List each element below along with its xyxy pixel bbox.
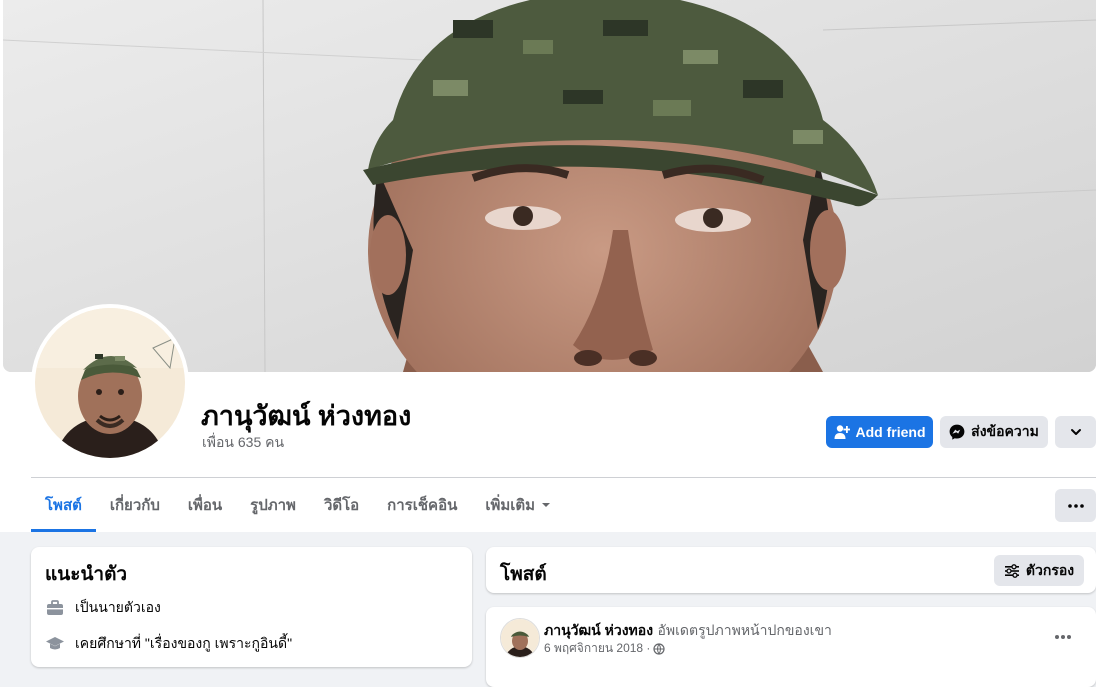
messenger-icon <box>949 424 965 440</box>
tab-photos[interactable]: รูปภาพ <box>236 478 310 532</box>
caret-down-icon <box>542 503 551 507</box>
profile-name: ภานุวัฒน์ ห่วงทอง <box>201 401 412 431</box>
profile-avatar[interactable] <box>31 304 189 462</box>
tab-label: เพิ่มเติม <box>485 497 536 514</box>
posts-header-card: โพสต์ ตัวกรอง <box>486 547 1096 593</box>
tab-label: วิดีโอ <box>323 497 360 514</box>
post-options-button[interactable] <box>1054 627 1072 645</box>
tab-videos[interactable]: วิดีโอ <box>310 478 373 532</box>
filter-label: ตัวกรอง <box>1025 561 1075 578</box>
avatar <box>35 308 185 458</box>
cover-photo-image <box>3 0 1096 372</box>
avatar-image <box>35 308 185 458</box>
tab-more[interactable]: เพิ่มเติม <box>471 478 565 532</box>
post-card: ภานุวัฒน์ ห่วงทอง อัพเดตรูปภาพหน้าปกของเ… <box>486 607 1096 687</box>
filter-button[interactable]: ตัวกรอง <box>994 555 1084 586</box>
profile-header: ภานุวัฒน์ ห่วงทอง เพื่อน 635 คน Add frie… <box>0 0 1096 532</box>
tab-checkins[interactable]: การเช็คอิน <box>373 478 471 532</box>
cover-photo[interactable] <box>3 0 1096 372</box>
more-profile-options-button[interactable] <box>1055 416 1096 448</box>
intro-item-work: เป็นนายตัวเอง <box>45 597 161 619</box>
tabs-more-options-button[interactable] <box>1055 489 1096 522</box>
briefcase-icon <box>47 600 63 615</box>
posts-title: โพสต์ <box>500 564 547 585</box>
intro-item-text: เคยศึกษาที่ "เรื่องของกู เพราะกูอินดี้" <box>75 635 293 651</box>
add-friend-button[interactable]: Add friend <box>826 416 933 448</box>
tab-label: เกี่ยวกับ <box>109 497 160 514</box>
tab-label: โพสต์ <box>45 497 82 514</box>
avatar-image <box>501 619 539 657</box>
post-author-avatar[interactable] <box>500 618 540 658</box>
graduation-cap-icon <box>46 637 64 650</box>
chevron-down-icon <box>1070 429 1081 435</box>
friend-count[interactable]: เพื่อน 635 คน <box>202 432 284 454</box>
tab-label: รูปภาพ <box>250 497 296 514</box>
tab-about[interactable]: เกี่ยวกับ <box>96 478 174 532</box>
profile-tabs: โพสต์ เกี่ยวกับ เพื่อน รูปภาพ วิดีโอ การ… <box>31 478 565 532</box>
add-person-icon <box>834 425 850 439</box>
intro-title: แนะนำตัว <box>45 564 128 585</box>
intro-item-education: เคยศึกษาที่ "เรื่องของกู เพราะกูอินดี้" <box>45 633 292 655</box>
tab-friends[interactable]: เพื่อน <box>174 478 236 532</box>
post-action: อัพเดตรูปภาพหน้าปกของเขา <box>657 622 832 638</box>
tab-posts[interactable]: โพสต์ <box>31 478 96 532</box>
post-author[interactable]: ภานุวัฒน์ ห่วงทอง <box>544 622 653 638</box>
ellipsis-icon <box>1067 503 1084 508</box>
intro-card: แนะนำตัว เป็นนายตัวเอง เคยศึกษาที่ "เรื่… <box>31 547 472 667</box>
message-label: ส่งข้อความ <box>971 423 1039 439</box>
ellipsis-icon <box>1055 635 1071 639</box>
message-button[interactable]: ส่งข้อความ <box>940 416 1048 448</box>
tab-label: การเช็คอิน <box>387 497 458 514</box>
intro-item-text: เป็นนายตัวเอง <box>75 599 161 615</box>
filter-sliders-icon <box>1004 563 1019 578</box>
tab-label: เพื่อน <box>187 497 223 514</box>
add-friend-label: Add friend <box>855 424 926 440</box>
